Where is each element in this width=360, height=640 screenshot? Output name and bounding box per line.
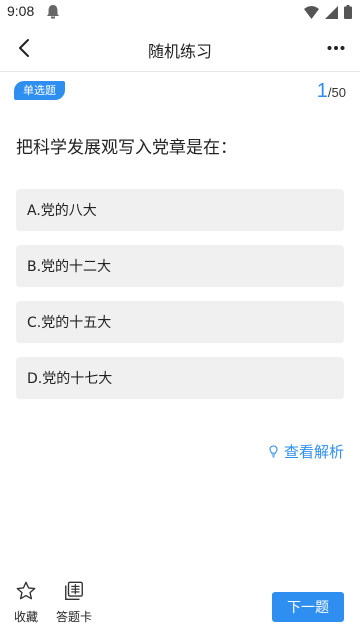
- option-b[interactable]: B.党的十二大: [16, 245, 344, 287]
- cellular-signal-icon: [325, 5, 338, 19]
- option-label: C.党的十五大: [27, 315, 112, 331]
- answer-card-button[interactable]: 答题卡: [56, 580, 92, 625]
- progress-total: 50: [331, 85, 346, 100]
- option-label: A.党的八大: [27, 203, 97, 219]
- progress-current: 1: [316, 80, 328, 102]
- page-title: 随机练习: [147, 42, 212, 61]
- more-button[interactable]: [324, 36, 348, 60]
- notification-icon: [47, 5, 59, 19]
- answer-card-icon: [65, 581, 83, 600]
- option-list: A.党的八大 B.党的十二大 C.党的十五大 D.党的十七大: [16, 189, 344, 413]
- option-a[interactable]: A.党的八大: [16, 189, 344, 231]
- more-horizontal-icon: [327, 46, 345, 50]
- favorite-label: 收藏: [14, 610, 39, 624]
- option-label: B.党的十二大: [27, 259, 112, 275]
- favorite-button[interactable]: 收藏: [14, 580, 38, 625]
- next-question-button[interactable]: 下一题: [272, 592, 344, 622]
- status-bar: 9:08: [0, 0, 360, 24]
- question-text: 把科学发展观写入党章是在：: [16, 138, 237, 158]
- view-analysis-label: 查看解析: [283, 443, 344, 461]
- wifi-icon: [304, 5, 319, 19]
- answer-card-label: 答题卡: [56, 610, 93, 624]
- status-time: 9:08: [7, 3, 35, 19]
- lightbulb-icon: [269, 445, 278, 458]
- battery-icon: [344, 5, 352, 19]
- bottom-bar: 收藏 答题卡 下一题: [0, 574, 360, 640]
- option-label: D.党的十七大: [27, 371, 113, 387]
- status-icons: [304, 5, 352, 19]
- app-bar: 随机练习: [0, 24, 360, 72]
- question-type-badge: 单选题: [14, 81, 65, 100]
- question-progress: 1/50: [317, 80, 346, 103]
- option-d[interactable]: D.党的十七大: [16, 357, 344, 399]
- view-analysis-link[interactable]: 查看解析: [269, 441, 344, 462]
- star-icon: [16, 581, 36, 600]
- option-c[interactable]: C.党的十五大: [16, 301, 344, 343]
